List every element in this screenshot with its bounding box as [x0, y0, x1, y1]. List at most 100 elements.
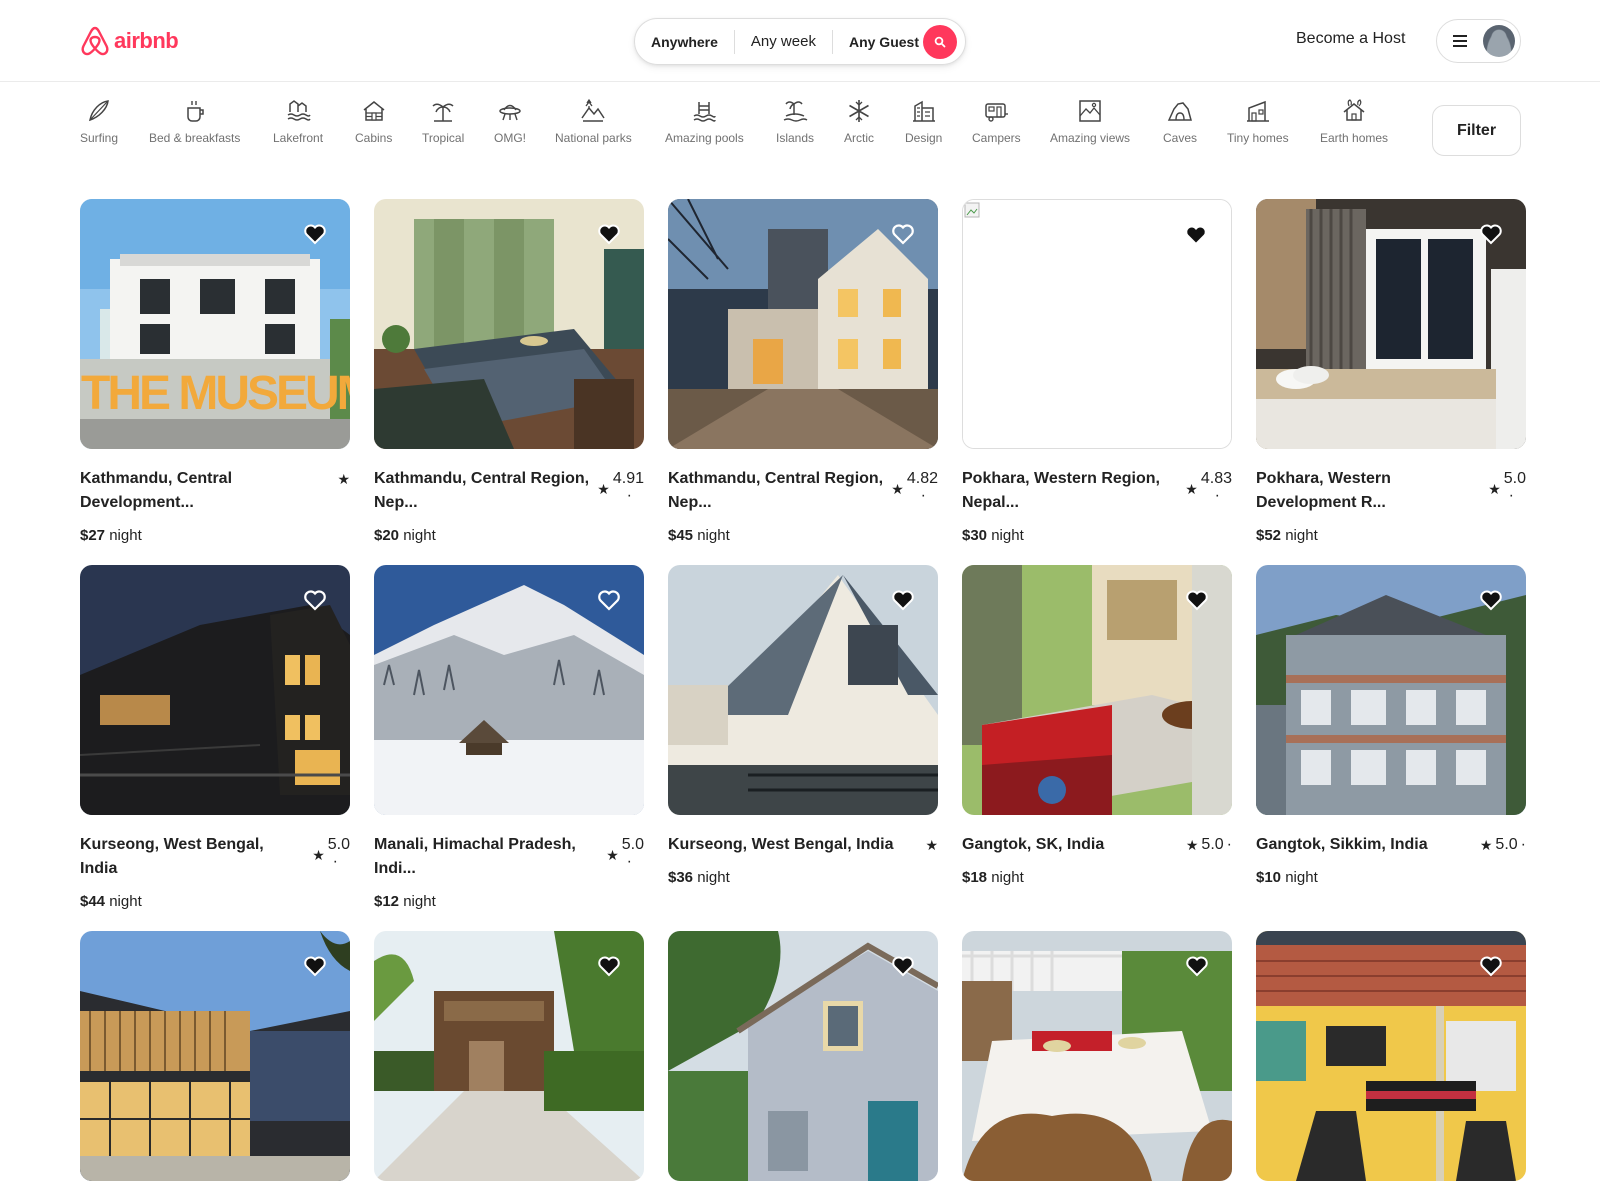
mountain-tree-icon — [581, 98, 605, 122]
listing-location: Pokhara, Western Development R... — [1256, 470, 1391, 511]
wishlist-heart-button[interactable] — [1183, 222, 1209, 248]
rating-separator: · — [1508, 487, 1514, 504]
category-lakefront[interactable]: Lakefront — [273, 98, 323, 145]
category-amazing-pools[interactable]: Amazing pools — [665, 98, 744, 145]
category-tiny-homes[interactable]: Tiny homes — [1227, 98, 1289, 145]
listing-location: Kurseong, West Bengal, India — [668, 836, 894, 853]
listing-card[interactable]: Kurseong, West Bengal, India ★ 5.0 · $44 … — [80, 565, 350, 910]
category-amazing-views[interactable]: Amazing views — [1050, 98, 1130, 145]
listing-price-unit: night — [1285, 869, 1318, 886]
star-icon: ★ — [606, 847, 619, 863]
star-icon: ★ — [597, 481, 610, 497]
listing-rating: ★ — [337, 467, 350, 491]
category-surfing[interactable]: Surfing — [80, 98, 118, 145]
listing-photo[interactable] — [668, 565, 938, 815]
listing-card[interactable]: Pokhara, Western Development R... ★ 5.0 ·… — [1256, 199, 1526, 544]
listing-photo[interactable] — [374, 931, 644, 1181]
top-header: airbnb Anywhere Any week Any Guest Becom… — [0, 0, 1600, 82]
wishlist-heart-button[interactable] — [1184, 953, 1210, 979]
search-where[interactable]: Anywhere — [635, 30, 734, 54]
wishlist-heart-button[interactable] — [302, 221, 328, 247]
wishlist-heart-button[interactable] — [890, 587, 916, 613]
listing-card[interactable]: THE MUSEUM Kathmandu, Central Developmen… — [80, 199, 350, 544]
listing-price-value: $30 — [962, 527, 988, 544]
listing-photo[interactable] — [374, 199, 644, 449]
category-bed-and-breakfasts[interactable]: Bed & breakfasts — [149, 98, 240, 145]
wishlist-heart-button[interactable] — [596, 221, 622, 247]
listing-photo[interactable] — [1256, 931, 1526, 1181]
listing-rating: ★ 5.0 · — [1488, 467, 1526, 504]
search-icon — [934, 36, 946, 48]
wishlist-heart-button[interactable] — [302, 587, 328, 613]
listing-price: $44 night — [80, 893, 350, 910]
palm-tree-icon — [432, 103, 454, 122]
category-omg[interactable]: OMG! — [494, 98, 526, 145]
listing-card[interactable]: Kathmandu, Central Region, Nep... ★ 4.82… — [668, 199, 938, 544]
wishlist-heart-button[interactable] — [1184, 587, 1210, 613]
listing-card[interactable] — [374, 931, 644, 1181]
wishlist-heart-button[interactable] — [302, 953, 328, 979]
wishlist-heart-button[interactable] — [890, 221, 916, 247]
user-menu-button[interactable] — [1436, 19, 1521, 63]
category-tropical[interactable]: Tropical — [422, 98, 464, 145]
category-campers[interactable]: Campers — [972, 98, 1021, 145]
listing-card[interactable] — [80, 931, 350, 1181]
wishlist-heart-button[interactable] — [1478, 953, 1504, 979]
listing-card[interactable]: Gangtok, SK, India ★ 5.0 · $18 night — [962, 565, 1232, 886]
wishlist-heart-button[interactable] — [596, 587, 622, 613]
listing-photo[interactable] — [962, 199, 1232, 449]
listing-card[interactable] — [668, 931, 938, 1181]
airbnb-logo[interactable]: airbnb — [80, 24, 179, 58]
search-when[interactable]: Any week — [733, 29, 833, 54]
search-button[interactable] — [923, 25, 957, 59]
search-bar[interactable]: Anywhere Any week Any Guest — [634, 18, 966, 65]
listing-price: $20 night — [374, 527, 644, 544]
design-building-icon — [912, 100, 935, 122]
category-caves[interactable]: Caves — [1163, 98, 1197, 145]
search-who[interactable]: Any Guest — [833, 30, 935, 54]
listing-price: $45 night — [668, 527, 938, 544]
listing-price-value: $44 — [80, 893, 106, 910]
listing-card[interactable]: Manali, Himachal Pradesh, Indi... ★ 5.0 ·… — [374, 565, 644, 910]
listing-photo[interactable] — [1256, 565, 1526, 815]
wishlist-heart-button[interactable] — [890, 953, 916, 979]
listing-photo[interactable]: THE MUSEUM — [80, 199, 350, 449]
listing-photo[interactable] — [80, 565, 350, 815]
lakefront-icon — [287, 100, 311, 121]
listing-rating: ★ 4.82 · — [891, 467, 938, 504]
listing-card[interactable]: Kurseong, West Bengal, India ★ $36 night — [668, 565, 938, 886]
camper-icon — [985, 103, 1009, 122]
wishlist-heart-button[interactable] — [596, 953, 622, 979]
listing-card[interactable] — [962, 931, 1232, 1181]
ufo-house-icon — [499, 104, 521, 121]
listing-photo[interactable] — [80, 931, 350, 1181]
rating-separator: · — [1520, 836, 1526, 853]
listing-card[interactable] — [1256, 931, 1526, 1181]
rating-separator: · — [920, 487, 926, 504]
heart-icon — [1480, 956, 1502, 977]
category-earth-homes[interactable]: Earth homes — [1320, 98, 1388, 145]
brand-name: airbnb — [114, 28, 179, 53]
listing-photo[interactable] — [962, 931, 1232, 1181]
wishlist-heart-button[interactable] — [1478, 587, 1504, 613]
category-design[interactable]: Design — [905, 98, 942, 145]
listing-photo[interactable] — [374, 565, 644, 815]
listing-card[interactable]: Kathmandu, Central Region, Nep... ★ 4.91… — [374, 199, 644, 544]
listing-photo[interactable] — [668, 199, 938, 449]
listing-card[interactable]: Pokhara, Western Region, Nepal... ★ 4.83… — [962, 199, 1232, 544]
listing-card[interactable]: Gangtok, Sikkim, India ★ 5.0 · $10 night — [1256, 565, 1526, 886]
category-cabins[interactable]: Cabins — [355, 98, 392, 145]
star-icon: ★ — [925, 837, 938, 853]
listing-photo[interactable] — [1256, 199, 1526, 449]
listing-photo[interactable] — [668, 931, 938, 1181]
category-islands[interactable]: Islands — [776, 98, 814, 145]
listing-photo[interactable] — [962, 565, 1232, 815]
filter-button[interactable]: Filter — [1432, 105, 1521, 156]
category-national-parks[interactable]: National parks — [555, 98, 632, 145]
coffee-cup-icon — [186, 101, 204, 122]
pool-icon — [693, 102, 717, 122]
become-a-host-link[interactable]: Become a Host — [1296, 30, 1405, 48]
category-arctic[interactable]: Arctic — [844, 98, 874, 145]
heart-icon — [892, 224, 914, 245]
wishlist-heart-button[interactable] — [1478, 221, 1504, 247]
